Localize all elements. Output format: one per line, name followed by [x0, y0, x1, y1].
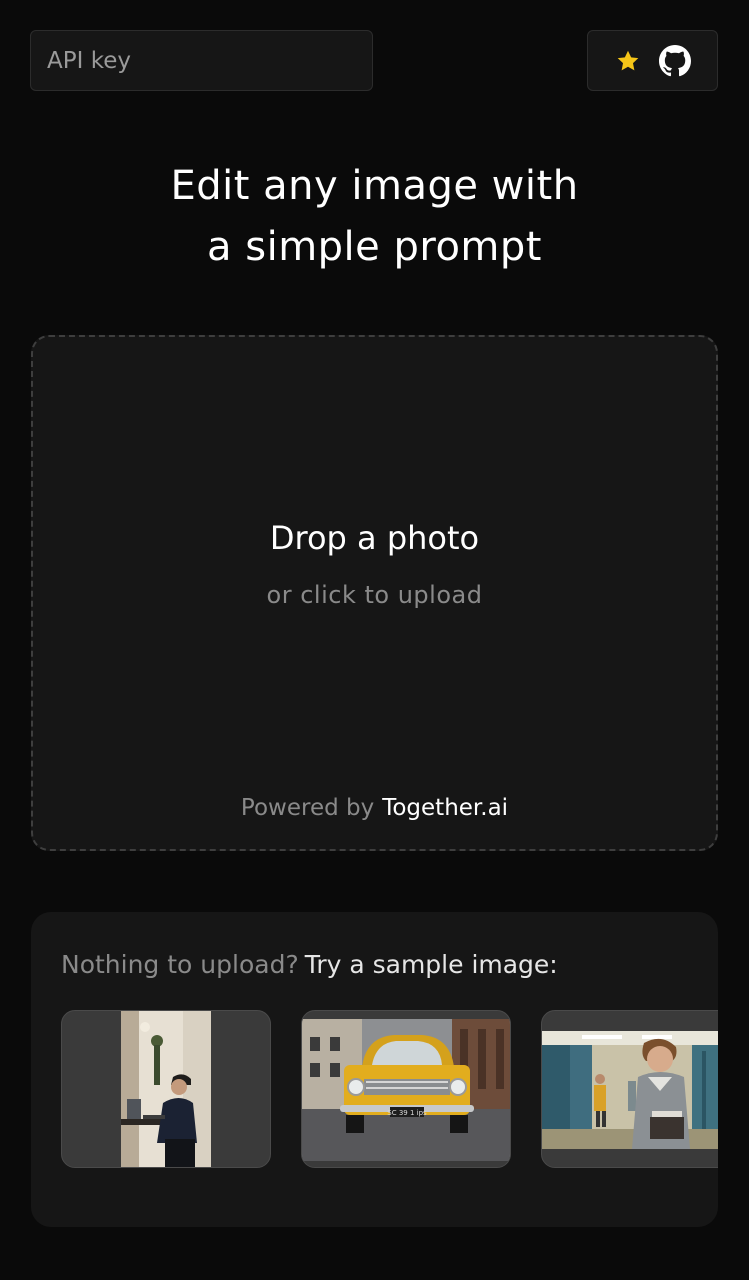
star-icon [617, 50, 638, 70]
github-star-button[interactable] [587, 30, 718, 91]
page-title: Edit any image with a simple prompt [0, 156, 749, 278]
app-page: Edit any image with a simple prompt Drop… [0, 0, 749, 1280]
sample-image-school-hallway[interactable] [541, 1010, 718, 1168]
api-key-input[interactable] [30, 30, 373, 91]
github-icon [658, 44, 691, 76]
upload-dropzone[interactable]: Drop a photo or click to upload Powered … [31, 335, 718, 851]
license-plate: SC 39 1 ips [387, 1109, 427, 1117]
car-photo: SC 39 1 ips [302, 1019, 510, 1161]
samples-heading: Nothing to upload? Try a sample image: [61, 950, 558, 979]
powered-by: Powered by Together.ai [33, 795, 716, 821]
hallway-photo [542, 1031, 718, 1149]
samples-heading-muted: Nothing to upload? [61, 950, 299, 979]
powered-by-prefix: Powered by [240, 795, 375, 821]
powered-by-link[interactable]: Together.ai [382, 795, 508, 821]
dropzone-title: Drop a photo [269, 519, 480, 557]
title-line-1: Edit any image with [170, 163, 579, 209]
sample-images-panel: Nothing to upload? Try a sample image: S… [31, 912, 718, 1227]
dropzone-subtitle: or click to upload [266, 581, 483, 609]
sample-image-yellow-car[interactable]: SC 39 1 ips [301, 1010, 511, 1168]
cafe-photo [121, 1011, 211, 1167]
samples-heading-strong: Try a sample image: [304, 950, 558, 979]
title-line-2: a simple prompt [207, 224, 542, 270]
sample-thumbnails: SC 39 1 ips [61, 1010, 718, 1168]
sample-image-cafe[interactable] [61, 1010, 271, 1168]
